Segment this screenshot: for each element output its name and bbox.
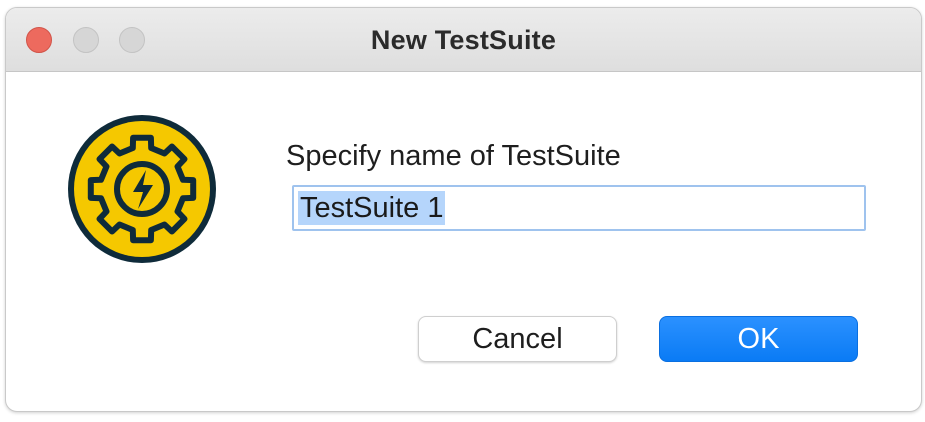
screen: New TestSuite Specify name of TestSuite … [0, 0, 925, 422]
title-bar[interactable]: New TestSuite [6, 8, 921, 72]
ok-button[interactable]: OK [659, 316, 858, 362]
window-title: New TestSuite [370, 25, 557, 55]
prompt-label: Specify name of TestSuite [286, 140, 621, 172]
cancel-button[interactable]: Cancel [418, 316, 617, 362]
name-field-value: TestSuite 1 [298, 191, 446, 225]
dialog-window: New TestSuite Specify name of TestSuite … [5, 7, 922, 412]
gear-lightning-icon [67, 114, 217, 264]
testsuite-name-input[interactable]: TestSuite 1 [292, 185, 866, 231]
